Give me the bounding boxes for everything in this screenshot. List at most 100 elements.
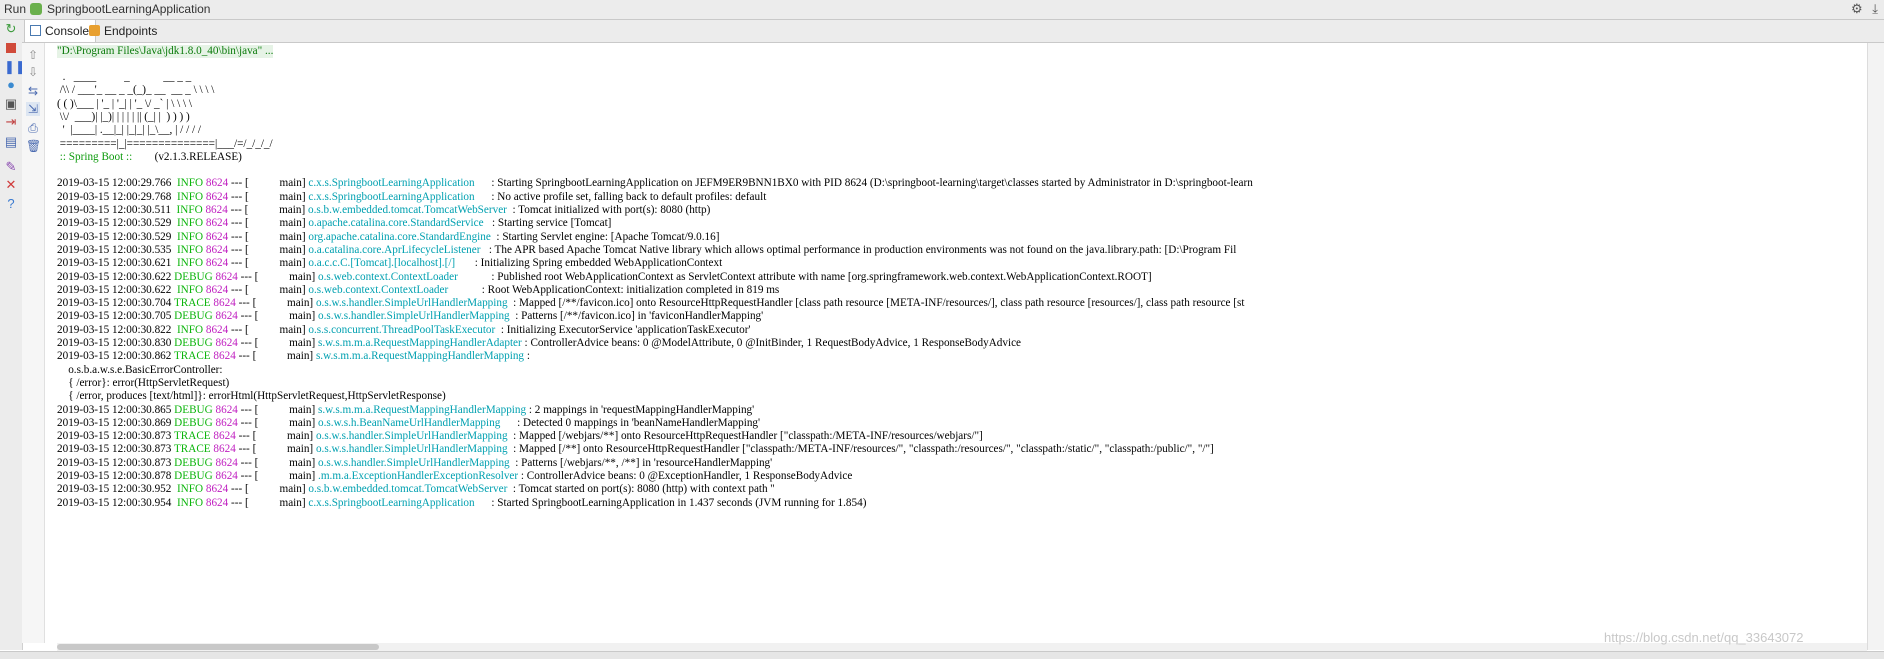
console-toolbar: ⇧ ⇩ ⇆ ⇲ ⎙ 🗑 bbox=[22, 43, 45, 643]
log-pid: 8624 bbox=[205, 177, 229, 190]
log-line: 2019-03-15 12:00:30.705 DEBUG 8624 --- [… bbox=[57, 310, 763, 323]
watermark: https://blog.csdn.net/qq_33643072 bbox=[1604, 630, 1804, 645]
debug-icon[interactable]: ● bbox=[4, 78, 18, 92]
title-controls: ⚙ ⤓ bbox=[1845, 1, 1878, 17]
exit-icon[interactable]: ⇥ bbox=[4, 115, 18, 129]
log-message: : ControllerAdvice beans: 0 @ExceptionHa… bbox=[518, 470, 853, 482]
log-thread: --- [ main] bbox=[228, 496, 309, 509]
log-thread: --- [ main] bbox=[237, 310, 319, 323]
log-timestamp: 2019-03-15 12:00:30.622 bbox=[57, 270, 175, 283]
log-logger: o.s.w.s.handler.SimpleUrlHandlerMapping bbox=[315, 443, 511, 456]
soft-wrap-icon[interactable]: ⇆ bbox=[26, 84, 40, 98]
log-message: : Tomcat started on port(s): 8080 (http)… bbox=[510, 483, 775, 496]
log-pid: 8624 bbox=[205, 243, 229, 256]
stop-icon[interactable] bbox=[4, 41, 18, 55]
log-logger: s.w.s.m.m.a.RequestMappingHandlerMapping bbox=[315, 350, 525, 363]
log-message: : Starting Servlet engine: [Apache Tomca… bbox=[493, 230, 720, 243]
log-logger: o.s.b.w.embedded.tomcat.TomcatWebServer bbox=[308, 483, 511, 496]
log-line: 2019-03-15 12:00:30.704 TRACE 8624 --- [… bbox=[57, 297, 1244, 310]
rerun-icon[interactable]: ↻ bbox=[4, 22, 18, 36]
log-continuation: { /error, produces [text/html]}: errorHt… bbox=[57, 390, 446, 403]
log-level: INFO bbox=[174, 323, 206, 336]
log-message: : Mapped [/**] onto ResourceHttpRequestH… bbox=[510, 443, 1214, 456]
up-arrow-icon[interactable]: ⇧ bbox=[26, 48, 40, 62]
clear-icon[interactable]: 🗑 bbox=[26, 139, 41, 153]
log-thread: --- [ main] bbox=[237, 403, 319, 416]
log-level: DEBUG bbox=[174, 310, 216, 323]
log-thread: --- [ main] bbox=[228, 190, 309, 203]
console-icon bbox=[30, 25, 41, 36]
camera-icon[interactable]: ▣ bbox=[4, 97, 18, 111]
log-timestamp: 2019-03-15 12:00:29.766 bbox=[57, 177, 175, 190]
log-level: TRACE bbox=[173, 443, 214, 456]
log-thread: --- [ main] bbox=[228, 217, 309, 230]
spring-app-icon bbox=[30, 3, 42, 15]
log-thread: --- [ main] bbox=[237, 416, 319, 429]
log-pid: 8624 bbox=[215, 456, 238, 469]
log-level: DEBUG bbox=[174, 470, 216, 482]
log-timestamp: 2019-03-15 12:00:30.830 bbox=[57, 337, 175, 349]
run-toolbar: ↻ ❚❚ ● ▣ ⇥ ▤ ✎ ✕ ? bbox=[0, 20, 26, 650]
log-line: 2019-03-15 12:00:30.869 DEBUG 8624 --- [… bbox=[57, 417, 760, 430]
banner-line: . ____ _ __ _ _ bbox=[57, 71, 192, 83]
log-pid: 8624 bbox=[215, 470, 238, 482]
log-thread: --- [ main] bbox=[237, 337, 319, 349]
log-thread: --- [ main] bbox=[228, 283, 309, 296]
log-thread: --- [ main] bbox=[235, 443, 316, 456]
log-logger: o.s.w.s.h.BeanNameUrlHandlerMapping bbox=[318, 416, 515, 429]
minimize-icon[interactable]: ⤓ bbox=[1872, 1, 1878, 16]
log-thread: --- [ main] bbox=[237, 456, 319, 469]
down-arrow-icon[interactable]: ⇩ bbox=[26, 65, 40, 79]
log-level: DEBUG bbox=[174, 403, 216, 416]
print-icon[interactable]: ⎙ bbox=[26, 121, 40, 135]
log-thread: --- [ main] bbox=[235, 430, 316, 443]
log-logger: o.apache.catalina.core.StandardService bbox=[308, 217, 490, 230]
log-pid: 8624 bbox=[215, 310, 238, 323]
right-tool-strip bbox=[1867, 43, 1884, 650]
spring-boot-version-line: :: Spring Boot :: (v2.1.3.RELEASE) bbox=[57, 151, 242, 164]
log-line: 2019-03-15 12:00:30.622 INFO 8624 --- [ … bbox=[57, 284, 779, 297]
log-timestamp: 2019-03-15 12:00:30.954 bbox=[57, 496, 175, 509]
log-timestamp: 2019-03-15 12:00:30.878 bbox=[57, 470, 175, 482]
log-line: 2019-03-15 12:00:30.862 TRACE 8624 --- [… bbox=[57, 350, 533, 363]
gear-icon[interactable]: ⚙ bbox=[1851, 1, 1863, 16]
log-logger: o.a.catalina.core.AprLifecycleListener bbox=[308, 243, 487, 256]
log-timestamp: 2019-03-15 12:00:30.511 bbox=[57, 204, 174, 216]
log-pid: 8624 bbox=[215, 337, 238, 349]
log-timestamp: 2019-03-15 12:00:30.705 bbox=[57, 310, 175, 323]
pin-icon[interactable]: ✎ bbox=[4, 160, 18, 174]
log-message: : Patterns [/webjars/**, /**] in 'resour… bbox=[512, 456, 773, 469]
log-line: 2019-03-15 12:00:30.865 DEBUG 8624 --- [… bbox=[57, 404, 754, 417]
scrollbar-thumb[interactable] bbox=[57, 644, 379, 650]
help-icon[interactable]: ? bbox=[4, 197, 18, 211]
tool-window-tabs: Console Endpoints bbox=[22, 20, 1884, 43]
log-level: TRACE bbox=[173, 430, 214, 443]
log-timestamp: 2019-03-15 12:00:30.622 bbox=[57, 283, 175, 296]
log-pid: 8624 bbox=[205, 483, 229, 496]
log-level: DEBUG bbox=[174, 456, 216, 469]
log-timestamp: 2019-03-15 12:00:30.865 bbox=[57, 403, 175, 416]
log-timestamp: 2019-03-15 12:00:30.869 bbox=[57, 416, 175, 429]
console-output[interactable]: "D:\Program Files\Java\jdk1.8.0_40\bin\j… bbox=[57, 43, 1867, 643]
log-logger: o.s.w.s.handler.SimpleUrlHandlerMapping bbox=[315, 297, 511, 310]
banner-line: \\/ ___)| |_)| | | | | || (_| | ) ) ) ) bbox=[57, 110, 190, 123]
log-message: : Initializing Spring embedded WebApplic… bbox=[471, 257, 723, 270]
layout-icon[interactable]: ▤ bbox=[4, 135, 18, 149]
log-logger: o.s.w.s.handler.SimpleUrlHandlerMapping bbox=[315, 430, 511, 443]
close-icon[interactable]: ✕ bbox=[4, 178, 18, 192]
log-logger: o.s.web.context.ContextLoader bbox=[318, 270, 489, 283]
log-thread: --- [ main] bbox=[237, 270, 319, 283]
log-line: 2019-03-15 12:00:30.535 INFO 8624 --- [ … bbox=[57, 244, 1236, 257]
tab-endpoints[interactable]: Endpoints bbox=[84, 20, 163, 42]
log-message: : ControllerAdvice beans: 0 @ModelAttrib… bbox=[521, 337, 1022, 349]
log-level: INFO bbox=[173, 204, 206, 216]
pause-icon[interactable]: ❚❚ bbox=[4, 60, 26, 74]
log-timestamp: 2019-03-15 12:00:30.535 bbox=[57, 243, 175, 256]
log-timestamp: 2019-03-15 12:00:30.621 bbox=[57, 257, 175, 270]
log-level: TRACE bbox=[173, 350, 214, 363]
horizontal-scrollbar[interactable] bbox=[57, 643, 1867, 651]
log-message: : Starting service [Tomcat] bbox=[489, 217, 612, 230]
log-message: : No active profile set, falling back to… bbox=[488, 190, 767, 203]
log-pid: 8624 bbox=[205, 230, 229, 243]
scroll-to-end-icon[interactable]: ⇲ bbox=[26, 102, 40, 116]
